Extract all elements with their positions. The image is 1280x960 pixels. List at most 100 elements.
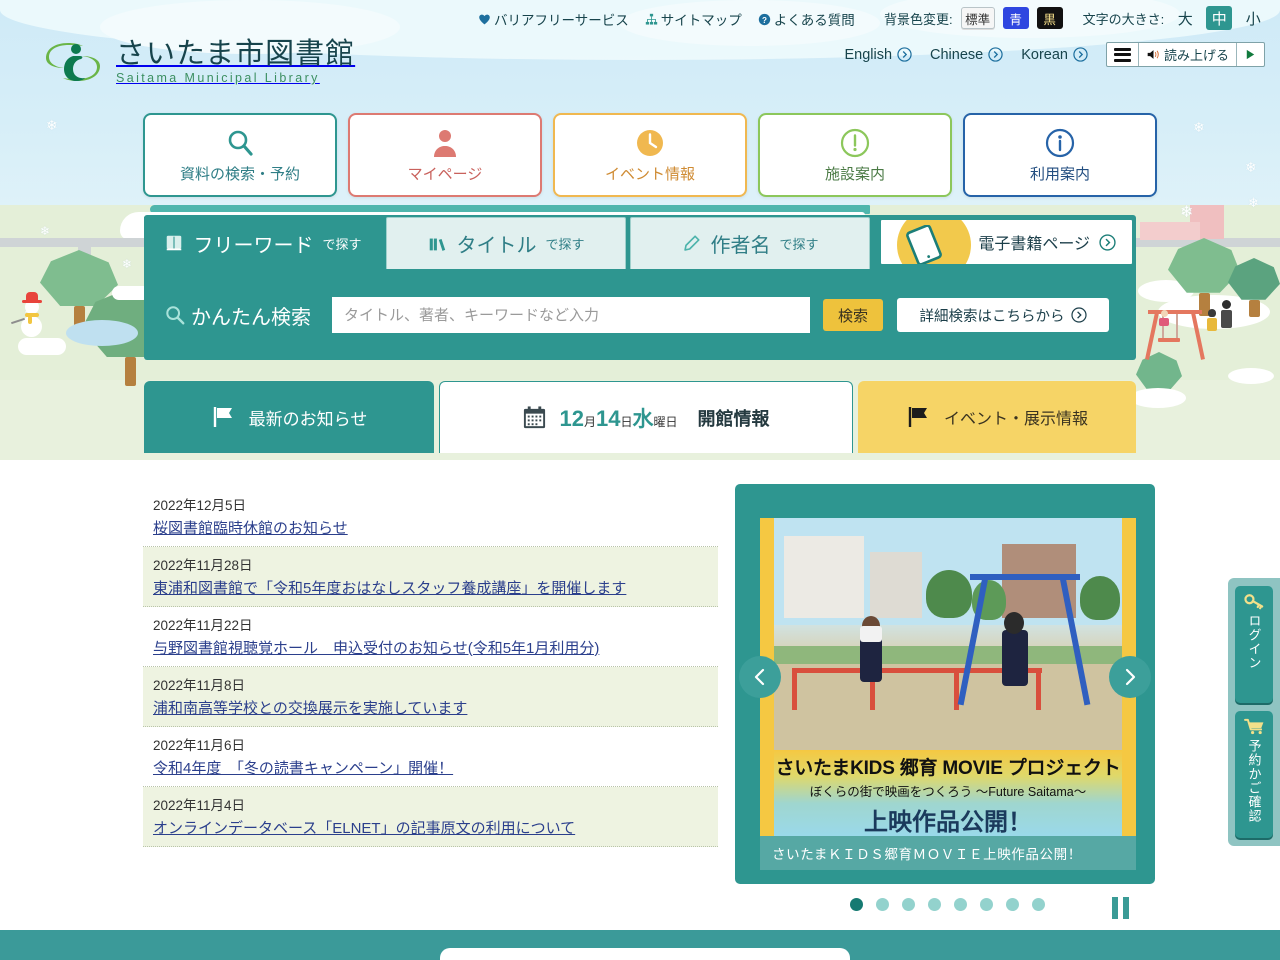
- news-title-link[interactable]: オンラインデータベース「ELNET」の記事原文の利用について: [153, 817, 575, 838]
- carousel-pause-button[interactable]: [1112, 897, 1129, 919]
- sitemap-link[interactable]: サイトマップ: [645, 9, 742, 29]
- photo-person: [1002, 630, 1028, 686]
- read-aloud-play-button[interactable]: [1237, 43, 1264, 66]
- read-aloud-widget: 読み上げる: [1105, 42, 1265, 67]
- news-title-link[interactable]: 東浦和図書館で「令和5年度おはなしスタッフ養成講座」を開催します: [153, 577, 626, 598]
- fontsize-small-button[interactable]: 小: [1240, 6, 1266, 30]
- carousel-dot[interactable]: [980, 898, 993, 911]
- accessibility-label: バリアフリーサービス: [494, 13, 629, 28]
- carousel-dot[interactable]: [1032, 898, 1045, 911]
- language-row: English Chinese Korean 読み上げる: [844, 42, 1265, 67]
- hours-weekday: 水: [632, 407, 654, 431]
- detailed-search-link[interactable]: 詳細検索はこちらから: [897, 298, 1109, 332]
- nav-card-events[interactable]: イベント情報: [553, 113, 747, 197]
- lang-korean-link[interactable]: Korean: [1021, 47, 1088, 63]
- carousel-dot[interactable]: [876, 898, 889, 911]
- chevron-right-icon: [1125, 668, 1136, 686]
- user-icon: [430, 126, 460, 160]
- search-row: かんたん検索 検索 詳細検索はこちらから: [144, 285, 1136, 345]
- news-item[interactable]: 2022年11月4日 オンラインデータベース「ELNET」の記事原文の利用につい…: [143, 787, 718, 847]
- photo-person-shirt: [860, 626, 882, 642]
- person-head: [1208, 309, 1216, 317]
- flag-icon: [908, 407, 927, 427]
- news-item[interactable]: 2022年11月22日 与野図書館視聴覚ホール 申込受付のお知らせ(令和5年1月…: [143, 607, 718, 667]
- search-tab-author-suffix: で探す: [779, 237, 819, 252]
- search-input[interactable]: [332, 297, 810, 333]
- tab-events-exhibitions[interactable]: イベント・展示情報: [858, 381, 1136, 453]
- faq-label: よくある質問: [773, 13, 855, 28]
- news-item[interactable]: 2022年11月28日 東浦和図書館で「令和5年度おはなしスタッフ養成講座」を開…: [143, 547, 718, 607]
- pause-bar: [1112, 897, 1118, 919]
- carousel-dot[interactable]: [1006, 898, 1019, 911]
- carousel-dot[interactable]: [954, 898, 967, 911]
- tab-opening-hours-label: 開館情報: [697, 408, 770, 429]
- read-aloud-menu-button[interactable]: [1107, 43, 1139, 66]
- simple-search-label: かんたん検索: [191, 306, 311, 329]
- news-title-link[interactable]: 桜図書館臨時休館のお知らせ: [153, 517, 348, 538]
- photo-building: [784, 536, 864, 618]
- lang-english-link[interactable]: English: [844, 47, 912, 63]
- snowman-hat: [26, 292, 38, 301]
- search-tab-title[interactable]: タイトル で探す: [386, 217, 626, 269]
- accessibility-link[interactable]: バリアフリーサービス: [478, 9, 629, 29]
- hours-month-unit: 月: [583, 414, 596, 429]
- nav-card-events-label: イベント情報: [604, 166, 695, 183]
- news-title-link[interactable]: 浦和南高等学校との交換展示を実施しています: [153, 697, 467, 718]
- bgcolor-blue-button[interactable]: 青: [1002, 7, 1029, 29]
- news-item[interactable]: 2022年11月6日 令和4年度 「冬の読書キャンペーン」開催！: [143, 727, 718, 787]
- photo-building: [870, 552, 922, 618]
- news-date: 2022年11月22日: [153, 618, 253, 633]
- ebook-page-button[interactable]: 電子書籍ページ: [879, 218, 1134, 266]
- fontsize-medium-button[interactable]: 中: [1206, 6, 1233, 30]
- nav-card-guide-label: 利用案内: [1029, 166, 1090, 183]
- carousel-dot[interactable]: [850, 898, 863, 911]
- chevron-right-circle-icon: [897, 47, 912, 62]
- bgcolor-black-button[interactable]: 黒: [1036, 7, 1063, 29]
- person-head: [1161, 310, 1168, 317]
- nav-card-guide[interactable]: 利用案内: [963, 113, 1157, 197]
- swing-bar: [1148, 310, 1202, 314]
- tab-latest-news[interactable]: 最新のお知らせ: [144, 381, 434, 453]
- bgcolor-standard-button[interactable]: 標準: [960, 7, 995, 29]
- pencil-icon: [684, 234, 701, 251]
- fontsize-label: 文字の大きさ:: [1082, 11, 1165, 27]
- faq-link[interactable]: ? よくある質問: [758, 9, 855, 29]
- tablet-icon: [903, 224, 945, 264]
- search-tab-author[interactable]: 作者名 で探す: [630, 217, 870, 269]
- banner-photo: [774, 518, 1122, 750]
- tab-opening-hours[interactable]: 12月14日水曜日 開館情報: [439, 381, 853, 453]
- snowman-scarf-tail: [28, 316, 32, 324]
- carousel-dot[interactable]: [928, 898, 941, 911]
- nav-card-mypage[interactable]: マイページ: [348, 113, 542, 197]
- read-aloud-speak-button[interactable]: 読み上げる: [1139, 43, 1237, 66]
- nav-card-search[interactable]: 資料の検索・予約: [143, 113, 337, 197]
- news-title-link[interactable]: 与野図書館視聴覚ホール 申込受付のお知らせ(令和5年1月利用分): [153, 637, 599, 658]
- pond: [66, 320, 138, 346]
- site-logo[interactable]: さいたま市図書館 Saitama Municipal Library: [40, 36, 355, 88]
- snowflake-icon: ❄: [1245, 159, 1257, 175]
- carousel-prev-button[interactable]: [739, 656, 781, 698]
- page-root: ❄ ❄ ❄ ❄ ❄ ❄ ❄ ❄: [0, 0, 1280, 960]
- carousel-next-button[interactable]: [1109, 656, 1151, 698]
- search-tab-freeword[interactable]: フリーワード で探す: [144, 217, 382, 269]
- lang-chinese-link[interactable]: Chinese: [930, 47, 1003, 63]
- chevron-right-circle-icon: [1099, 233, 1116, 251]
- nav-card-facilities[interactable]: 施設案内: [758, 113, 952, 197]
- login-button[interactable]: ログイン: [1235, 586, 1273, 704]
- news-item[interactable]: 2022年11月8日 浦和南高等学校との交換展示を実施しています: [143, 667, 718, 727]
- side-dock: ログイン 予約かご確認: [1228, 578, 1280, 846]
- carousel-dot[interactable]: [902, 898, 915, 911]
- hours-date-group: 12月14日水曜日: [559, 403, 677, 433]
- news-item[interactable]: 2022年12月5日 桜図書館臨時休館のお知らせ: [143, 487, 718, 547]
- photo-tree: [926, 570, 972, 618]
- snow-cloud: [1228, 368, 1274, 384]
- nav-card-facilities-label: 施設案内: [824, 166, 885, 183]
- search-submit-button[interactable]: 検索: [823, 299, 883, 331]
- reservation-cart-button[interactable]: 予約かご確認: [1235, 711, 1273, 838]
- banner-headline: 上映作品公開！: [864, 809, 1032, 836]
- search-tab-author-label: 作者名: [710, 235, 771, 257]
- carousel-slide[interactable]: さいたまKIDS 郷育 MOVIE プロジェクト ぼくらの街で映画をつくろう ～…: [760, 518, 1136, 836]
- utility-links: バリアフリーサービス サイトマップ ? よくある質問: [478, 9, 855, 29]
- news-title-link[interactable]: 令和4年度 「冬の読書キャンペーン」開催！: [153, 757, 453, 778]
- fontsize-large-button[interactable]: 大: [1172, 6, 1198, 30]
